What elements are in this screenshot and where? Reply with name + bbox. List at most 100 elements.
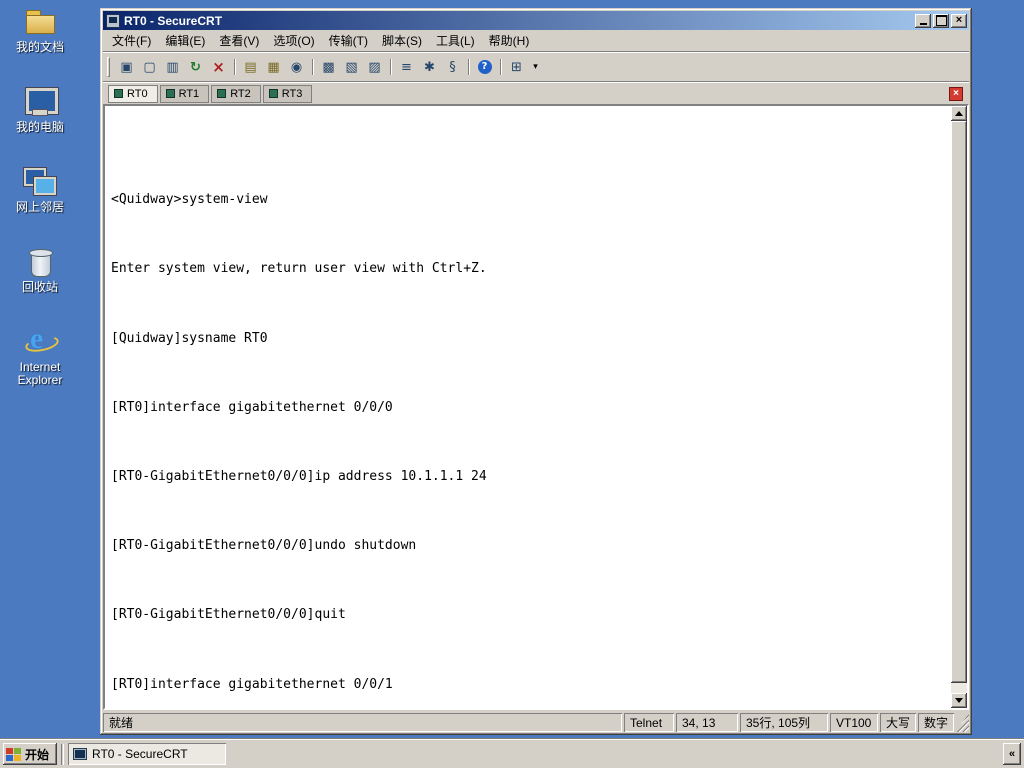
toolbar-session-manager-button[interactable]: ⊞ — [505, 56, 528, 78]
overflow-icon: ▾ — [533, 61, 538, 72]
menu-bar: 文件(F) 编辑(E) 查看(V) 选项(O) 传输(T) 脚本(S) 工具(L… — [103, 30, 969, 52]
menu-edit[interactable]: 编辑(E) — [158, 30, 212, 51]
find-icon: ◉ — [290, 59, 303, 75]
maximize-button[interactable] — [933, 13, 949, 28]
terminal-area: <Quidway>system-view Enter system view, … — [103, 104, 969, 710]
toolbar-global-options-button[interactable]: ✱ — [418, 56, 441, 78]
scroll-up-icon[interactable] — [951, 106, 967, 121]
status-num-lock: 数字 — [918, 713, 954, 732]
start-label: 开始 — [25, 747, 50, 762]
desktop-icon-my-computer[interactable]: 我的电脑 — [4, 85, 76, 134]
toolbar-connect-in-tab-button[interactable]: ▥ — [161, 56, 184, 78]
tab-label: RT0 — [127, 87, 148, 100]
terminal-line: [RT0-GigabitEthernet0/0/0]quit — [111, 607, 346, 623]
session-status-icon — [165, 89, 175, 98]
toolbar-grip[interactable] — [107, 57, 110, 77]
tab-label: RT3 — [281, 87, 303, 100]
status-bar: 就绪 Telnet 34, 13 35行, 105列 VT100 大写 数字 — [103, 710, 969, 732]
tab-label: RT2 — [230, 87, 251, 100]
terminal-line: [Quidway]sysname RT0 — [111, 330, 268, 346]
title-bar[interactable]: RT0 - SecureCRT × — [103, 11, 969, 30]
terminal-line: [RT0]interface gigabitethernet 0/0/0 — [111, 399, 393, 415]
close-button[interactable]: × — [951, 13, 967, 28]
connect-in-tab-icon: ▥ — [166, 59, 179, 75]
toolbar-session-log-button[interactable]: ▨ — [363, 56, 392, 78]
menu-options[interactable]: 选项(O) — [266, 30, 321, 51]
toolbar-copy-button[interactable]: ▤ — [239, 56, 262, 78]
toolbar-reconnect-button[interactable]: ↻ — [184, 56, 207, 78]
desktop-icon-network-places[interactable]: 网上邻居 — [4, 165, 76, 214]
tab-close-button[interactable]: × — [949, 87, 963, 101]
close-icon: × — [955, 13, 963, 26]
resize-grip[interactable] — [956, 713, 969, 732]
vertical-scrollbar — [951, 106, 967, 708]
toolbar: ▣ ▢ ▥ ↻ × ▤ ▦ ◉ ▩ ▧ ▨ ≡ ✱ § ? ⊞ ▾ — [103, 52, 969, 82]
toolbar-icons: ▣ ▢ ▥ ↻ × ▤ ▦ ◉ ▩ ▧ ▨ ≡ ✱ § ? ⊞ ▾ — [115, 56, 543, 78]
menu-transfer[interactable]: 传输(T) — [322, 30, 375, 51]
terminal-line: Enter system view, return user view with… — [111, 261, 487, 277]
desktop-icon-recycle-bin[interactable]: 回收站 — [4, 245, 76, 294]
terminal-output[interactable]: <Quidway>system-view Enter system view, … — [105, 106, 951, 708]
minimize-button[interactable] — [915, 13, 931, 28]
session-options-icon: ≡ — [401, 59, 412, 75]
toolbar-quick-connect-button[interactable]: ▢ — [138, 56, 161, 78]
securecrt-icon — [73, 748, 88, 760]
toolbar-disconnect-button[interactable]: × — [207, 56, 236, 78]
window-title: RT0 - SecureCRT — [124, 13, 223, 28]
start-button[interactable]: 开始 — [3, 743, 58, 765]
my-computer-icon — [23, 85, 58, 119]
toolbar-connect-button[interactable]: ▣ — [115, 56, 138, 78]
app-icon — [106, 13, 120, 28]
toolbar-help-button[interactable]: ? — [473, 56, 502, 78]
recycle-bin-icon — [23, 245, 57, 279]
reconnect-icon: ↻ — [190, 59, 201, 75]
session-manager-icon: ⊞ — [511, 59, 522, 75]
session-tabs: RT0 RT1 RT2 RT3 — [108, 84, 313, 103]
tab-label: RT1 — [178, 87, 200, 100]
status-ready: 就绪 — [103, 713, 622, 732]
toolbar-find-button[interactable]: ◉ — [285, 56, 314, 78]
tab-rt1[interactable]: RT1 — [159, 84, 210, 103]
taskbar-divider — [61, 743, 65, 765]
toolbar-session-options-button[interactable]: ≡ — [395, 56, 418, 78]
toolbar-run-script-button[interactable]: § — [441, 56, 470, 78]
status-emulation: VT100 — [830, 713, 878, 732]
disconnect-icon: × — [212, 57, 225, 76]
desktop-icon-list: 我的文档 我的电脑 网上邻居 回收站 Internet Explorer — [4, 5, 76, 387]
tab-rt3[interactable]: RT3 — [262, 84, 313, 103]
status-caps-lock: 大写 — [880, 713, 916, 732]
task-button-label: RT0 - SecureCRT — [92, 747, 188, 761]
toolbar-paste-button[interactable]: ▦ — [262, 56, 285, 78]
desktop-icon-label: Internet Explorer — [17, 360, 63, 387]
status-screen-size: 35行, 105列 — [740, 713, 828, 732]
desktop-icon-label: 网上邻居 — [15, 200, 64, 214]
run-script-icon: § — [449, 59, 456, 75]
tray-chevron-button[interactable]: « — [1003, 743, 1021, 765]
desktop-icon-my-documents[interactable]: 我的文档 — [4, 5, 76, 54]
chevron-left-icon: « — [1008, 748, 1016, 760]
menu-script[interactable]: 脚本(S) — [375, 30, 429, 51]
tab-close-icon: × — [953, 88, 959, 99]
windows-logo-icon — [6, 747, 21, 761]
connect-icon: ▣ — [120, 59, 133, 75]
menu-view[interactable]: 查看(V) — [212, 30, 266, 51]
toolbar-overflow-button[interactable]: ▾ — [528, 56, 543, 78]
copy-icon: ▤ — [244, 59, 257, 75]
print-preview-icon: ▧ — [345, 59, 358, 75]
menu-tools[interactable]: 工具(L) — [429, 30, 482, 51]
menu-file[interactable]: 文件(F) — [105, 30, 158, 51]
menu-help[interactable]: 帮助(H) — [482, 30, 537, 51]
terminal-line: [RT0-GigabitEthernet0/0/0]ip address 10.… — [111, 468, 487, 484]
window-controls: × — [915, 13, 967, 28]
tab-rt0[interactable]: RT0 — [108, 84, 158, 103]
scrollbar-thumb[interactable] — [951, 121, 967, 683]
status-cursor-position: 34, 13 — [676, 713, 738, 732]
tab-rt2[interactable]: RT2 — [211, 84, 261, 103]
desktop-icon-internet-explorer[interactable]: Internet Explorer — [4, 322, 76, 387]
desktop-icon-label: 我的文档 — [15, 40, 64, 54]
terminal-line: [RT0-GigabitEthernet0/0/0]undo shutdown — [111, 538, 417, 554]
toolbar-print-button[interactable]: ▩ — [317, 56, 340, 78]
task-button-securecrt[interactable]: RT0 - SecureCRT — [68, 743, 227, 765]
toolbar-print-preview-button[interactable]: ▧ — [340, 56, 363, 78]
scroll-down-icon[interactable] — [951, 693, 967, 708]
